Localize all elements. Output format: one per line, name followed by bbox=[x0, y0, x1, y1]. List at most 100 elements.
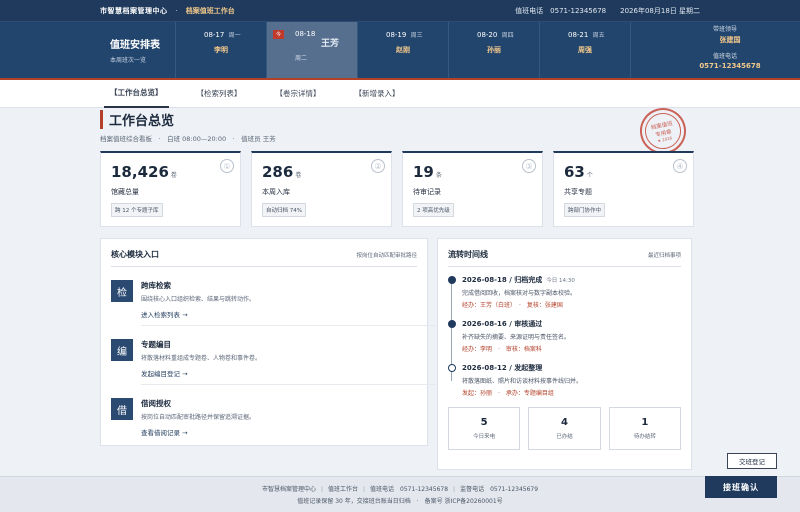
card-index: ① bbox=[220, 159, 234, 173]
divider bbox=[141, 384, 441, 385]
timeline-dot-icon bbox=[448, 320, 456, 328]
timeline-dot-hollow-icon bbox=[448, 364, 456, 372]
module-search: 检 跨库检索 围绕核心入口组织检索、结果与跳转动作。 进入检索列表 → bbox=[111, 280, 441, 326]
phone-label: 值班电话 bbox=[712, 53, 737, 60]
stat-label: 今日来电 bbox=[473, 434, 496, 440]
footer-org: 市智慧档案管理中心 bbox=[261, 486, 316, 493]
stat-label: 待审记录 bbox=[413, 188, 441, 196]
day-person: 李明 bbox=[214, 46, 228, 54]
core-modules-panel: 核心模块入口 按岗位自动匹配审批路径 检 跨库检索 围绕核心入口组织检索、结果与… bbox=[100, 238, 441, 446]
stat-card-pending[interactable]: ③ 19 条 待审记录 2 项高优先级 bbox=[402, 151, 543, 227]
stat-tag: 自动归档 74% bbox=[262, 203, 306, 217]
stat-tag: 跨部门协作中 bbox=[564, 203, 606, 217]
stat-calls-today[interactable]: 5 今日来电 bbox=[448, 407, 521, 450]
page-subtitle: 档案值班综合看板 · 白班 08:00—20:00 · 值班员 王芳 bbox=[100, 135, 276, 143]
search-module-icon: 检 bbox=[111, 280, 133, 302]
stat-unit: 个 bbox=[586, 172, 593, 179]
timeline-item: 2026-08-16 / 审核通过 补齐缺失的摘要、来源证明与责任签名。 经办：… bbox=[448, 319, 681, 353]
module-name: 借阅授权 bbox=[141, 399, 171, 408]
module-link[interactable]: 查看借阅记录 → bbox=[141, 427, 188, 437]
module-name: 专题编目 bbox=[141, 340, 171, 349]
timeline-dot-icon bbox=[448, 276, 456, 284]
shift-confirm-button[interactable]: 接班确认 bbox=[705, 476, 777, 498]
stat-value: 1 bbox=[641, 417, 649, 428]
day-weekday: 周三 bbox=[410, 32, 423, 39]
stat-unit: 条 bbox=[435, 172, 442, 179]
timeline-handler: 经办：李明 · 审核：档案科 bbox=[462, 346, 542, 353]
day-weekday: 周五 bbox=[592, 32, 605, 39]
panel-note: 按岗位自动匹配审批路径 bbox=[356, 252, 417, 259]
day-date: 08-20 bbox=[477, 31, 498, 39]
module-name: 档案值班工作台 bbox=[185, 6, 235, 15]
page-title: 工作台总览 bbox=[100, 110, 700, 129]
leader-label: 带班领导 bbox=[712, 26, 737, 33]
module-link[interactable]: 进入检索列表 → bbox=[141, 309, 188, 319]
schedule-day[interactable]: 08-17 周一 李明 bbox=[176, 22, 267, 78]
tab-bar: 【工作台总览】 【检索列表】 【卷宗详情】 【新增录入】 bbox=[0, 80, 800, 108]
duty-phone: 值班电话 0571-12345678 bbox=[515, 6, 607, 15]
stat-pending-transfer[interactable]: 1 待办结转 bbox=[608, 407, 681, 450]
stat-number: 63 bbox=[564, 163, 585, 181]
module-desc: 围绕核心入口组织检索、结果与跳转动作。 bbox=[141, 296, 256, 303]
day-weekday: 周二 bbox=[295, 55, 308, 62]
schedule-title: 值班安排表 bbox=[110, 40, 160, 51]
shift-log-button[interactable]: 交班登记 bbox=[727, 453, 777, 469]
module-name: 跨库检索 bbox=[141, 281, 171, 290]
tab-new-entry[interactable]: 【新增录入】 bbox=[349, 80, 406, 107]
footer-line-2: 值班记录保留 30 年，交接班台账当日归档 · 备案号 浙ICP备2026000… bbox=[297, 498, 503, 505]
stat-value: 4 bbox=[561, 417, 568, 428]
day-weekday: 周四 bbox=[501, 32, 514, 39]
schedule-day[interactable]: 08-19 周三 赵刚 bbox=[358, 22, 449, 78]
timeline-stats: 5 今日来电 4 已办结 1 待办结转 bbox=[448, 407, 681, 450]
schedule-day-today[interactable]: 今 08-18 王芳 周二 bbox=[267, 22, 358, 78]
org-name: 市智慧档案管理中心 bbox=[100, 6, 168, 15]
stat-unit: 卷 bbox=[170, 172, 177, 179]
current-date: 2026年08月18日 星期二 bbox=[620, 6, 700, 15]
footer-module: 值班工作台 bbox=[328, 486, 359, 493]
stat-value: 5 bbox=[480, 417, 488, 428]
stat-tag: 跨 12 个专题子库 bbox=[111, 203, 163, 217]
panel-note: 最近归档事项 bbox=[647, 252, 681, 259]
separator: · bbox=[175, 6, 178, 15]
stat-card-weekly[interactable]: ② 286 卷 本周入库 自动归档 74% bbox=[251, 151, 392, 227]
divider bbox=[141, 325, 441, 326]
footer: 市智慧档案管理中心 | 值班工作台 | 值班电话 0571-12345678 | 监督电话 … bbox=[0, 476, 800, 512]
schedule-day[interactable]: 08-20 周四 孙丽 bbox=[449, 22, 540, 78]
catalog-module-icon: 编 bbox=[111, 339, 133, 361]
stat-unit: 卷 bbox=[295, 172, 302, 179]
page-header: 工作台总览 档案值班综合看板 · 白班 08:00—20:00 · 值班员 王芳 bbox=[100, 110, 700, 143]
timeline-item: 2026-08-18 / 归档完成 今日 14:30 完成借阅回收，档案核对与数字… bbox=[448, 275, 681, 309]
tab-search-list[interactable]: 【检索列表】 bbox=[191, 80, 248, 107]
module-link[interactable]: 发起编目登记 → bbox=[141, 368, 188, 378]
stat-card-collection[interactable]: ① 18,426 卷 馆藏总量 跨 12 个专题子库 bbox=[100, 151, 241, 227]
stat-number: 18,426 bbox=[111, 163, 169, 181]
stat-completed[interactable]: 4 已办结 bbox=[528, 407, 601, 450]
stat-label: 待办结转 bbox=[633, 434, 656, 440]
footer-supervision-phone: 监督电话 0571-12345679 bbox=[460, 486, 539, 493]
timeline-desc: 将散落图纸、照片和访谈材料按事件线归并。 bbox=[462, 378, 583, 385]
stat-card-shared[interactable]: ④ 63 个 共享专题 跨部门协作中 bbox=[553, 151, 694, 227]
timeline-handler: 发起：孙丽 · 承办：专题编目组 bbox=[462, 390, 554, 397]
module-borrow: 借 借阅授权 按岗位自动匹配审批路径并保留追溯证据。 查看借阅记录 → bbox=[111, 398, 417, 437]
day-person: 周强 bbox=[578, 46, 592, 54]
footer-line-1: 市智慧档案管理中心 | 值班工作台 | 值班电话 0571-12345678 | 监督电话 … bbox=[261, 486, 539, 493]
module-catalog: 编 专题编目 将散落材料重组成专题卷、人物卷和事件卷。 发起编目登记 → bbox=[111, 339, 441, 385]
stat-number: 19 bbox=[413, 163, 434, 181]
module-desc: 按岗位自动匹配审批路径并保留追溯证据。 bbox=[141, 414, 256, 421]
schedule-subtitle: 本周班次一览 bbox=[110, 57, 147, 64]
tab-overview[interactable]: 【工作台总览】 bbox=[104, 79, 169, 108]
card-index: ④ bbox=[673, 159, 687, 173]
module-desc: 将散落材料重组成专题卷、人物卷和事件卷。 bbox=[141, 355, 262, 362]
timeline-title: 2026-08-16 / 审核通过 bbox=[462, 320, 543, 328]
stat-number: 286 bbox=[262, 163, 294, 181]
day-person: 孙丽 bbox=[487, 46, 501, 54]
panel-title: 流转时间线 bbox=[448, 250, 488, 259]
timeline-desc: 完成借阅回收，档案核对与数字副本校验。 bbox=[462, 290, 577, 297]
schedule-day[interactable]: 08-21 周五 周强 bbox=[540, 22, 631, 78]
borrow-module-icon: 借 bbox=[111, 398, 133, 420]
top-right-info: 值班电话 0571-12345678 2026年08月18日 星期二 bbox=[515, 6, 700, 16]
panel-header: 流转时间线 最近归档事项 bbox=[448, 249, 681, 267]
tab-file-detail[interactable]: 【卷宗详情】 bbox=[270, 80, 327, 107]
stat-label: 本周入库 bbox=[262, 188, 290, 196]
today-badge: 今 bbox=[273, 30, 285, 39]
